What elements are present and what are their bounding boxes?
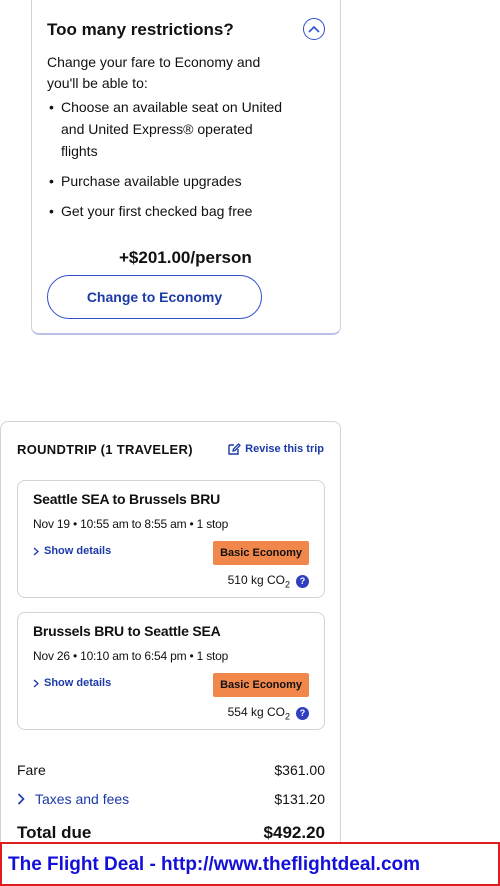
benefit-item: Get your first checked bag free	[47, 200, 287, 222]
fare-row: Fare $361.00	[17, 762, 325, 778]
chevron-right-icon	[33, 547, 39, 555]
upsell-intro: Change your fare to Economy and you'll b…	[47, 54, 261, 91]
fare-value: $361.00	[274, 762, 325, 778]
fare-label: Fare	[17, 762, 46, 778]
fare-class-badge: Basic Economy	[213, 541, 309, 565]
taxes-value: $131.20	[274, 791, 325, 807]
flight-segment-return: Brussels BRU to Seattle SEA Nov 26 • 10:…	[17, 612, 325, 730]
trip-summary-card: ROUNDTRIP (1 TRAVELER) Revise this trip …	[0, 421, 341, 851]
collapse-button[interactable]	[303, 18, 325, 40]
show-details-link[interactable]: Show details	[33, 677, 111, 689]
total-row: Total due $492.20	[17, 823, 325, 843]
fare-class-badge: Basic Economy	[213, 673, 309, 697]
co2-emissions: 510 kg CO2 ?	[228, 573, 309, 589]
taxes-toggle[interactable]: Taxes and fees	[17, 791, 129, 807]
show-details-label: Show details	[44, 545, 112, 557]
revise-trip-link[interactable]: Revise this trip	[227, 442, 324, 456]
flight-segment-outbound: Seattle SEA to Brussels BRU Nov 19 • 10:…	[17, 480, 325, 598]
co2-subscript: 2	[284, 579, 290, 590]
co2-value: 554 kg CO	[227, 705, 285, 719]
segment-route: Brussels BRU to Seattle SEA	[33, 623, 221, 639]
co2-value: 510 kg CO	[227, 573, 285, 587]
segment-time: Nov 26 • 10:10 am to 6:54 pm • 1 stop	[33, 649, 229, 663]
change-to-economy-button[interactable]: Change to Economy	[47, 275, 262, 319]
help-icon[interactable]: ?	[296, 706, 309, 720]
co2-subscript: 2	[284, 711, 290, 722]
revise-trip-label: Revise this trip	[245, 443, 324, 455]
watermark-banner: The Flight Deal - http://www.theflightde…	[0, 842, 500, 886]
chevron-right-icon	[17, 793, 25, 805]
total-label: Total due	[17, 823, 92, 842]
segment-route: Seattle SEA to Brussels BRU	[33, 491, 221, 507]
chevron-right-icon	[33, 679, 39, 687]
upsell-title: Too many restrictions?	[47, 20, 234, 39]
show-details-label: Show details	[44, 677, 112, 689]
taxes-row: Taxes and fees $131.20	[17, 791, 325, 807]
trip-header: ROUNDTRIP (1 TRAVELER)	[17, 442, 193, 457]
taxes-label: Taxes and fees	[35, 791, 130, 807]
upsell-price: +$201.00/person	[119, 248, 252, 267]
benefit-item: Purchase available upgrades	[47, 170, 287, 192]
total-value: $492.20	[263, 823, 325, 842]
show-details-link[interactable]: Show details	[33, 545, 111, 557]
benefits-list: Choose an available seat on United and U…	[47, 96, 340, 222]
upsell-card: Too many restrictions? Change your fare …	[31, 0, 341, 335]
help-icon[interactable]: ?	[296, 574, 309, 588]
segment-time: Nov 19 • 10:55 am to 8:55 am • 1 stop	[33, 517, 229, 531]
benefit-item: Choose an available seat on United and U…	[47, 96, 287, 162]
chevron-up-icon	[308, 25, 320, 33]
edit-icon	[228, 443, 242, 455]
co2-emissions: 554 kg CO2 ?	[228, 705, 309, 721]
